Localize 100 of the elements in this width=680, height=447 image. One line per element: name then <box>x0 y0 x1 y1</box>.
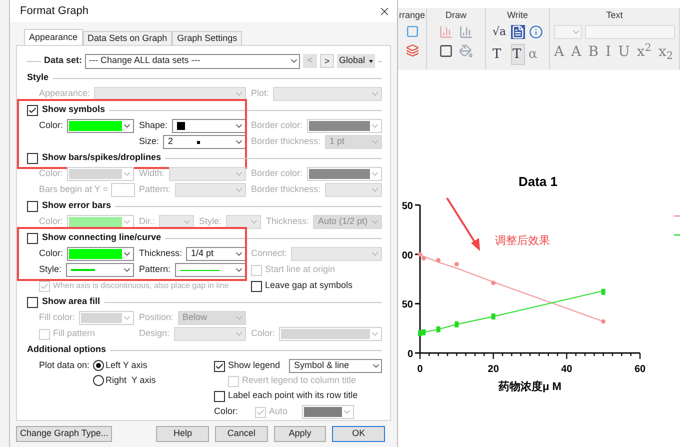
checkbox-label: Fill pattern <box>53 327 96 340</box>
tick-label: 50 <box>402 300 413 311</box>
tab[interactable]: Appearance <box>24 29 83 45</box>
field-label: Connect: <box>251 247 288 260</box>
chart-icon[interactable] <box>439 25 453 39</box>
font-field[interactable] <box>585 25 675 39</box>
field-label: Color: <box>39 247 64 260</box>
dropdown[interactable]: --- Change ALL data sets --- <box>85 54 300 68</box>
field-label: Bars begin at Y = <box>39 183 108 196</box>
field-label: Style: <box>199 215 222 228</box>
tab[interactable]: Data Sets on Graph <box>82 31 172 45</box>
arrow <box>446 197 480 251</box>
group-title: rrange <box>398 9 425 22</box>
tick-label: 60 <box>634 364 646 375</box>
checkbox[interactable] <box>27 152 38 164</box>
section-title: Show area fill <box>42 295 100 308</box>
field-label: Data set: <box>44 54 82 68</box>
checkbox-label: Show legend <box>228 359 282 372</box>
scope-dropdown[interactable]: Global <box>337 54 376 68</box>
color-dropdown[interactable] <box>67 247 134 261</box>
check-icon <box>256 408 265 416</box>
chart-title: Data 1 <box>518 174 558 189</box>
color-dropdown[interactable] <box>67 119 134 133</box>
tick-label: 20 <box>488 364 499 375</box>
format-tool[interactable]: I <box>606 44 612 60</box>
tick-label: 0 <box>417 364 423 375</box>
dropdown[interactable]: Symbol & line <box>289 359 382 373</box>
data-point <box>436 326 440 332</box>
data-point <box>436 258 441 262</box>
data-point <box>491 314 496 320</box>
checkbox-label: Auto <box>269 405 289 418</box>
dialog-button[interactable]: Cancel <box>215 426 268 442</box>
field-label: Border color: <box>251 167 303 180</box>
field-label: Design: <box>139 327 170 340</box>
checkbox[interactable] <box>27 200 38 212</box>
tick-label: 0 <box>407 349 413 360</box>
dropdown[interactable]: 2 <box>163 135 246 149</box>
field-label: Plot: <box>251 87 270 100</box>
check-icon <box>215 362 224 370</box>
radio-button[interactable] <box>92 375 104 386</box>
field-label: Position: <box>139 311 174 324</box>
rectangle-icon[interactable] <box>439 44 453 58</box>
color-dropdown[interactable] <box>306 167 382 181</box>
equation-tool[interactable]: √a <box>492 24 506 40</box>
checkbox[interactable] <box>214 390 225 402</box>
section-title: Show bars/spikes/droplines <box>42 151 162 164</box>
caret-icon <box>369 60 374 62</box>
tab[interactable]: Graph Settings <box>172 31 242 45</box>
radio-label: Left Y axis <box>106 358 148 372</box>
field-label: Size: <box>139 135 160 148</box>
field-label: Border thickness: <box>251 135 321 148</box>
checkbox[interactable] <box>27 104 38 116</box>
document-icon[interactable] <box>510 25 524 40</box>
field-label: Thickness: <box>266 215 310 228</box>
next-button[interactable]: > <box>320 54 334 68</box>
info-icon[interactable] <box>528 25 542 40</box>
square-icon[interactable] <box>406 25 418 38</box>
checkbox[interactable] <box>27 232 38 244</box>
dropdown[interactable] <box>172 119 246 133</box>
dialog-button[interactable]: Apply <box>274 426 326 442</box>
chart-icon[interactable] <box>459 25 473 39</box>
text-tool[interactable]: T <box>510 44 524 65</box>
field-label: Color: <box>214 405 240 418</box>
field-label: Border color: <box>251 119 303 132</box>
window-title: Format Graph <box>20 4 88 19</box>
color-dropdown[interactable] <box>67 167 134 181</box>
field-label: Fill color: <box>39 311 76 324</box>
field-label: Thickness: <box>139 247 182 260</box>
checkbox[interactable] <box>214 360 225 372</box>
color-dropdown[interactable] <box>79 311 134 325</box>
radio-label: Right Y axis <box>106 374 156 387</box>
dialog-button[interactable]: Help <box>156 426 210 442</box>
field-label: Border thickness: <box>251 183 321 196</box>
checkbox-label: Revert legend to column title <box>242 374 356 388</box>
checkbox[interactable] <box>251 280 262 292</box>
format-tool[interactable]: x$^{2}$ <box>636 44 652 60</box>
legend-line <box>674 234 680 236</box>
legend-line <box>674 215 680 217</box>
dropdown[interactable]: 1/4 pt <box>186 247 246 261</box>
section-title: Show connecting line/curve <box>42 231 162 244</box>
color-dropdown[interactable] <box>306 119 382 133</box>
dialog-button[interactable]: Change Graph Type... <box>16 426 112 442</box>
checkbox[interactable] <box>27 296 38 308</box>
color-dropdown[interactable] <box>279 327 382 341</box>
data-point <box>454 321 459 328</box>
layers-icon[interactable] <box>406 44 418 57</box>
color-dropdown[interactable] <box>302 405 354 419</box>
dialog-button[interactable]: OK <box>332 426 385 442</box>
data-point <box>454 262 459 266</box>
data-point <box>601 288 606 295</box>
field-label: Shape: <box>139 119 168 132</box>
checkbox-label: Start line at origin <box>265 263 336 276</box>
checkbox-label: When axis is discontinuous, also place gap in line <box>53 280 229 292</box>
group-title: Text <box>606 9 623 22</box>
paint-icon[interactable] <box>459 44 473 58</box>
group-title: Draw <box>445 9 466 22</box>
checkbox-label: Leave gap at symbols <box>265 279 353 292</box>
radio-button[interactable] <box>92 360 104 371</box>
text-tool[interactable]: T <box>492 44 506 64</box>
field-label: Dir.: <box>139 215 156 228</box>
